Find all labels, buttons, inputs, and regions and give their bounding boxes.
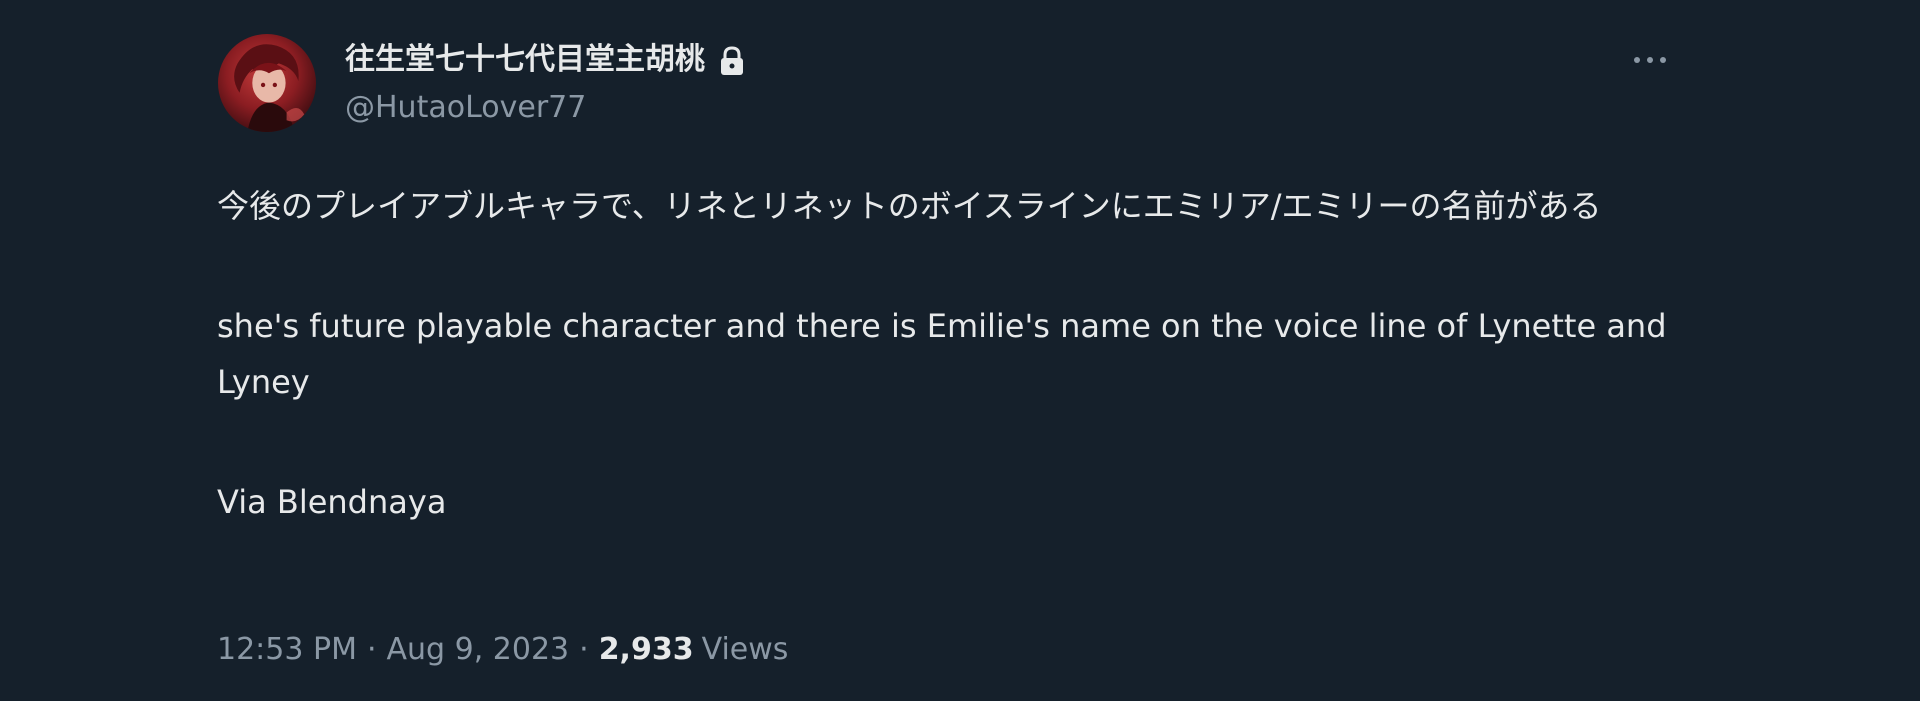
views-count[interactable]: 2,933 [599, 632, 694, 667]
tweet-date[interactable]: Aug 9, 2023 [387, 632, 570, 667]
avatar-image [234, 44, 305, 132]
more-options-button[interactable] [1630, 42, 1670, 78]
tweet-paragraph-source: Via Blendnaya [217, 483, 447, 521]
tweet-text: 今後のプレイアブルキャラで、リネとリネットのボイスラインにエミリア/エミリーの名… [217, 178, 1687, 594]
tweet-card: 往生堂七十七代目堂主胡桃 @HutaoLover77 今後のプレイアブルキャラで… [0, 0, 1920, 701]
user-handle[interactable]: @HutaoLover77 [345, 88, 586, 128]
lock-icon [719, 45, 745, 75]
more-horizontal-icon [1634, 57, 1666, 63]
separator: · [579, 632, 589, 667]
views-label: Views [701, 632, 789, 667]
tweet-paragraph-english: she's future playable character and ther… [217, 307, 1677, 401]
tweet-metadata: 12:53 PM · Aug 9, 2023 · 2,933 Views [217, 628, 788, 672]
separator: · [366, 632, 377, 667]
tweet-paragraph-japanese: 今後のプレイアブルキャラで、リネとリネットのボイスラインにエミリア/エミリーの名… [217, 187, 1602, 225]
avatar[interactable] [218, 34, 316, 132]
display-name-row[interactable]: 往生堂七十七代目堂主胡桃 [345, 38, 745, 82]
display-name: 往生堂七十七代目堂主胡桃 [345, 42, 705, 77]
tweet-time[interactable]: 12:53 PM [217, 632, 357, 667]
